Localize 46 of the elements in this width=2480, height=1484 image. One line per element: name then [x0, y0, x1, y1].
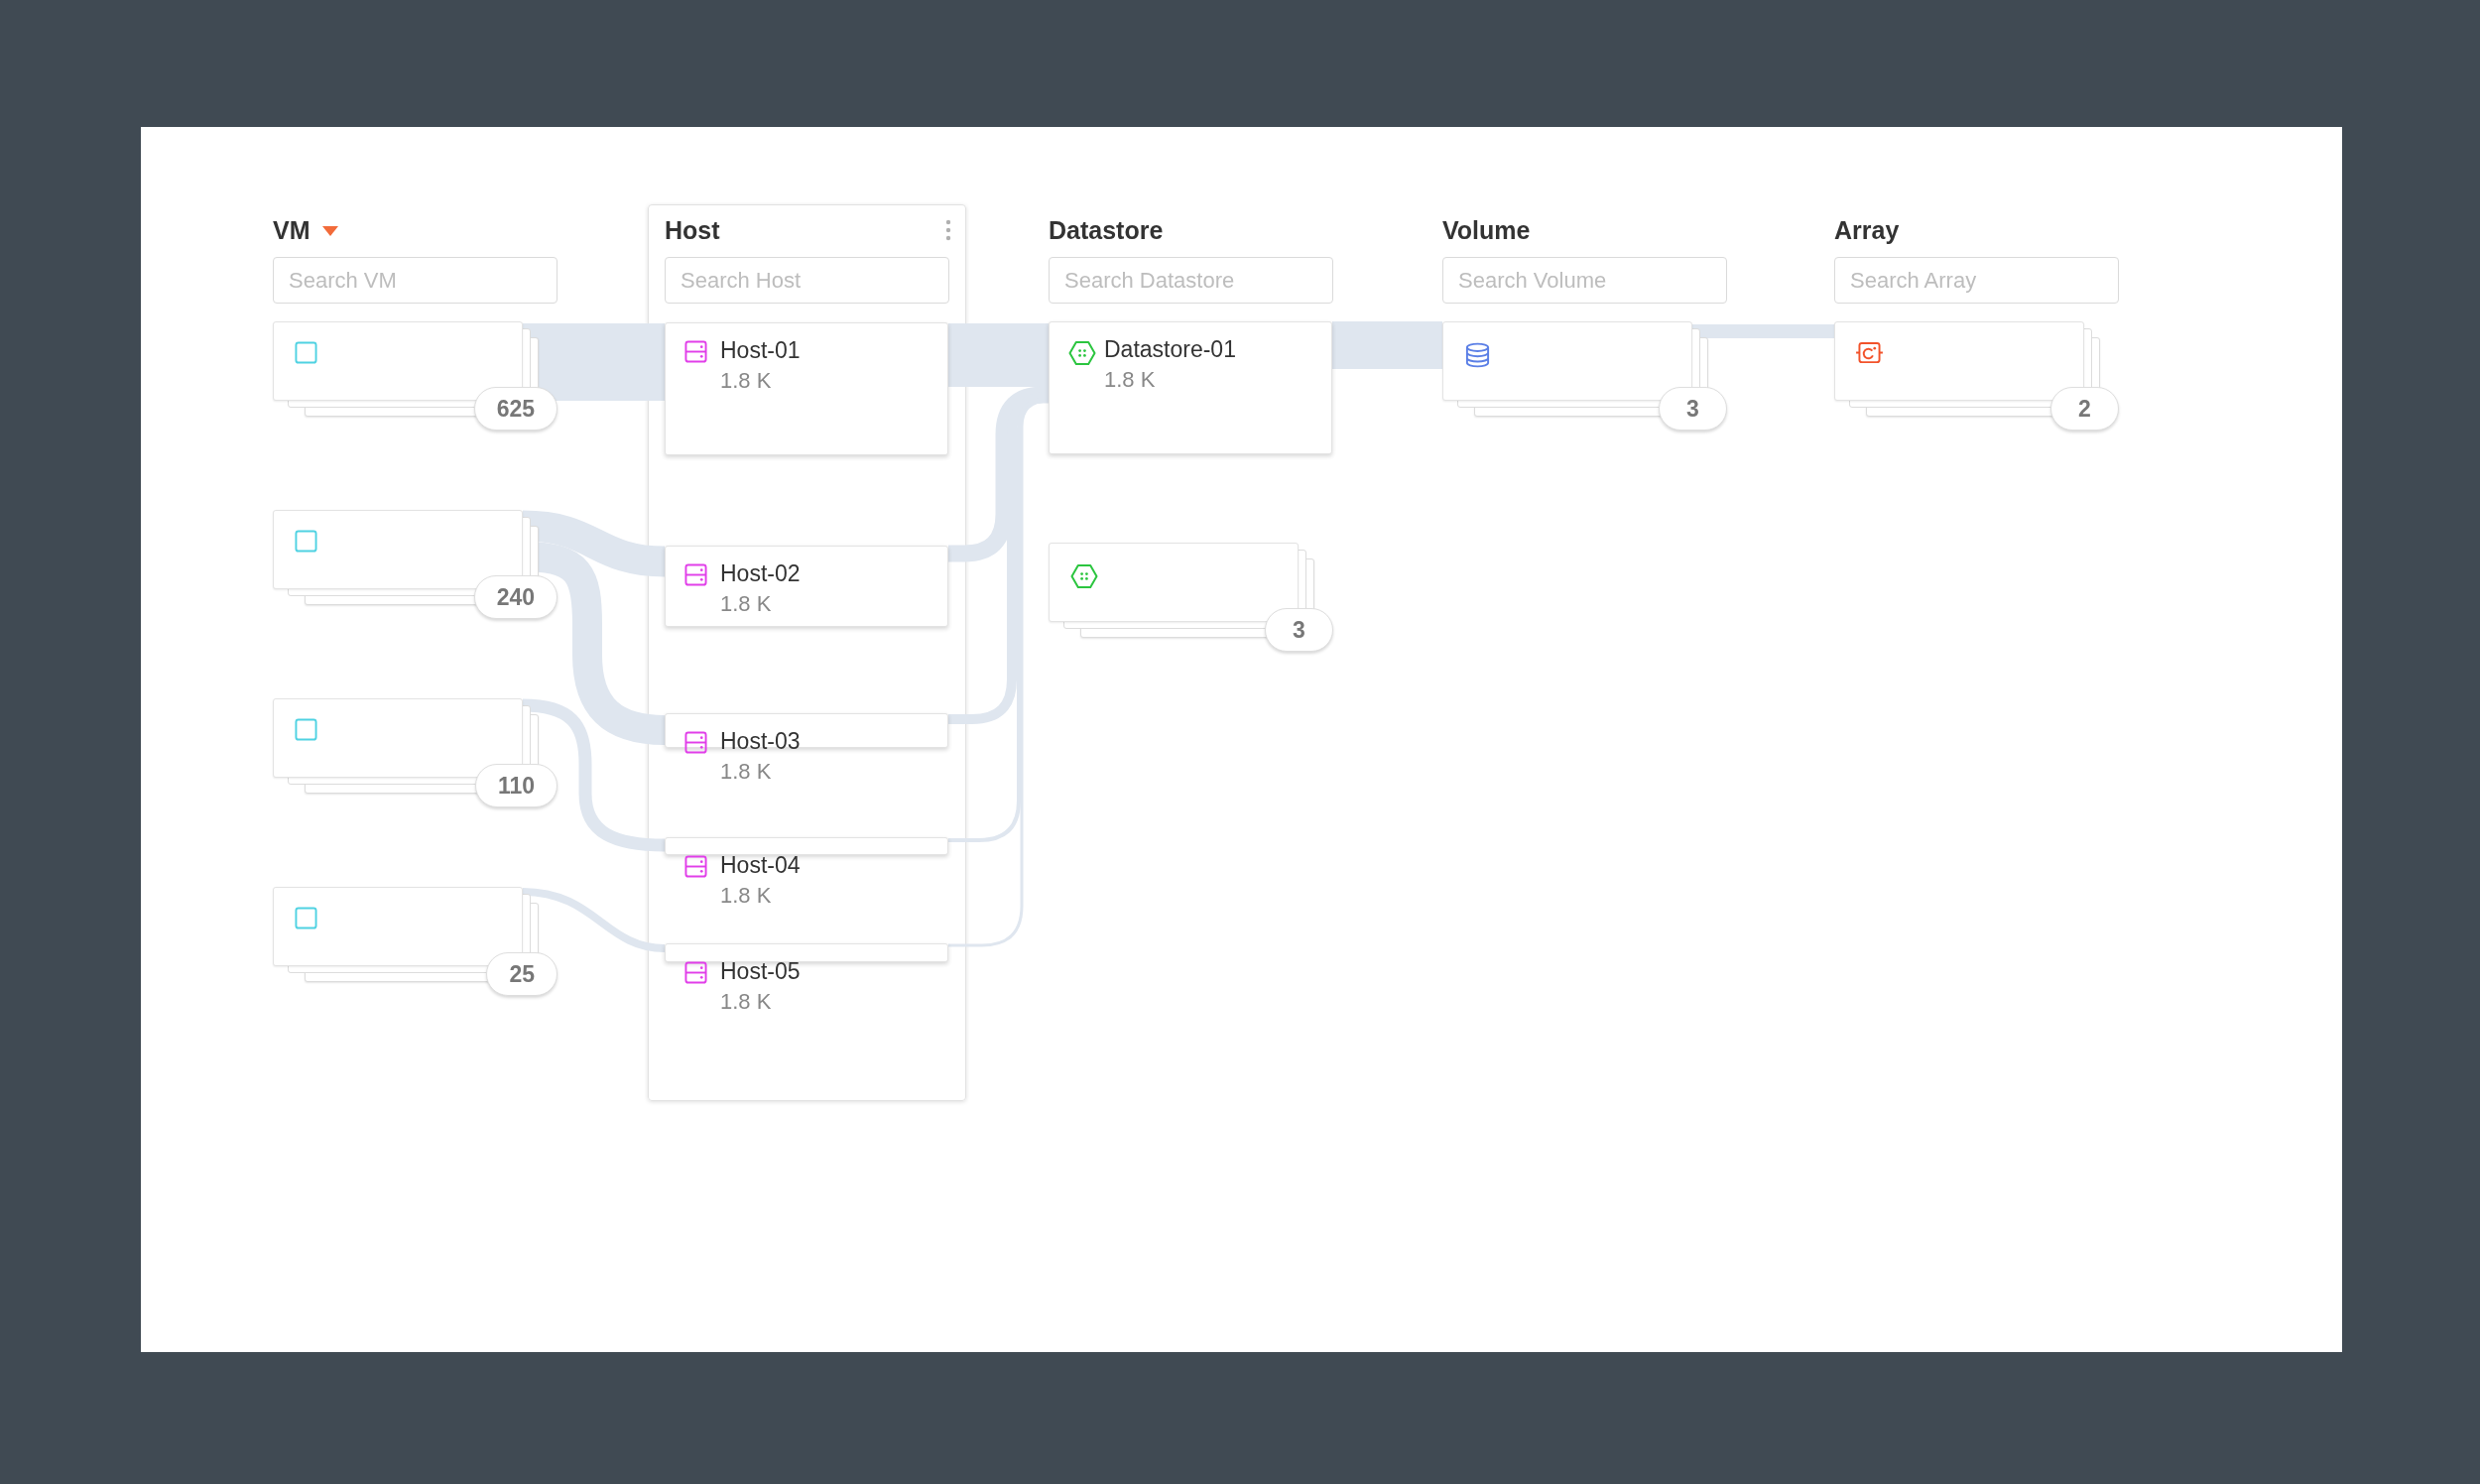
- search-field[interactable]: Search VM: [273, 257, 558, 304]
- drive-icon: [1856, 341, 1883, 364]
- database-icon: [1464, 341, 1491, 369]
- node-value: 1.8 K: [720, 882, 772, 910]
- node-value: 1.8 K: [720, 988, 772, 1016]
- search-field[interactable]: Search Datastore: [1049, 257, 1333, 304]
- column-title[interactable]: Array: [1834, 213, 1900, 247]
- node-name: Host-03: [720, 727, 801, 755]
- square-icon: [295, 530, 317, 553]
- node-name: Host-02: [720, 559, 801, 587]
- node-value: 1.8 K: [1104, 366, 1156, 394]
- count-badge: 3: [1265, 608, 1333, 652]
- count-badge: 240: [473, 575, 558, 619]
- node-value: 1.8 K: [720, 367, 772, 395]
- hexagon-icon: [1070, 562, 1098, 590]
- datastore-card[interactable]: [1049, 321, 1332, 454]
- node-value: 1.8 K: [720, 590, 772, 618]
- node-name: Host-05: [720, 957, 801, 985]
- search-field[interactable]: Search Host: [665, 257, 949, 304]
- server-icon: [684, 855, 707, 878]
- hexagon-icon: [1068, 339, 1096, 367]
- caret-icon[interactable]: [321, 226, 338, 236]
- node-value: 1.8 K: [720, 758, 772, 786]
- search-field[interactable]: Search Array: [1834, 257, 2119, 304]
- square-icon: [295, 718, 317, 741]
- kebab-menu-icon[interactable]: [945, 219, 951, 241]
- search-field[interactable]: Search Volume: [1442, 257, 1727, 304]
- server-icon: [684, 961, 707, 984]
- count-badge: 25: [486, 952, 558, 996]
- square-icon: [295, 341, 317, 364]
- server-icon: [684, 731, 707, 754]
- node-name: Datastore-01: [1104, 335, 1236, 363]
- node-name: Host-04: [720, 851, 801, 879]
- column-title[interactable]: VM: [273, 213, 338, 247]
- column-title[interactable]: Host: [665, 213, 720, 247]
- count-badge: 625: [473, 387, 558, 431]
- count-badge: 3: [1659, 387, 1727, 431]
- column-title[interactable]: Datastore: [1049, 213, 1164, 247]
- node-name: Host-01: [720, 336, 801, 364]
- server-icon: [684, 340, 707, 363]
- host-card[interactable]: [665, 713, 948, 748]
- count-badge: 110: [474, 764, 558, 807]
- server-icon: [684, 563, 707, 586]
- column-title[interactable]: Volume: [1442, 213, 1531, 247]
- count-badge: 2: [2050, 387, 2119, 431]
- square-icon: [295, 907, 317, 929]
